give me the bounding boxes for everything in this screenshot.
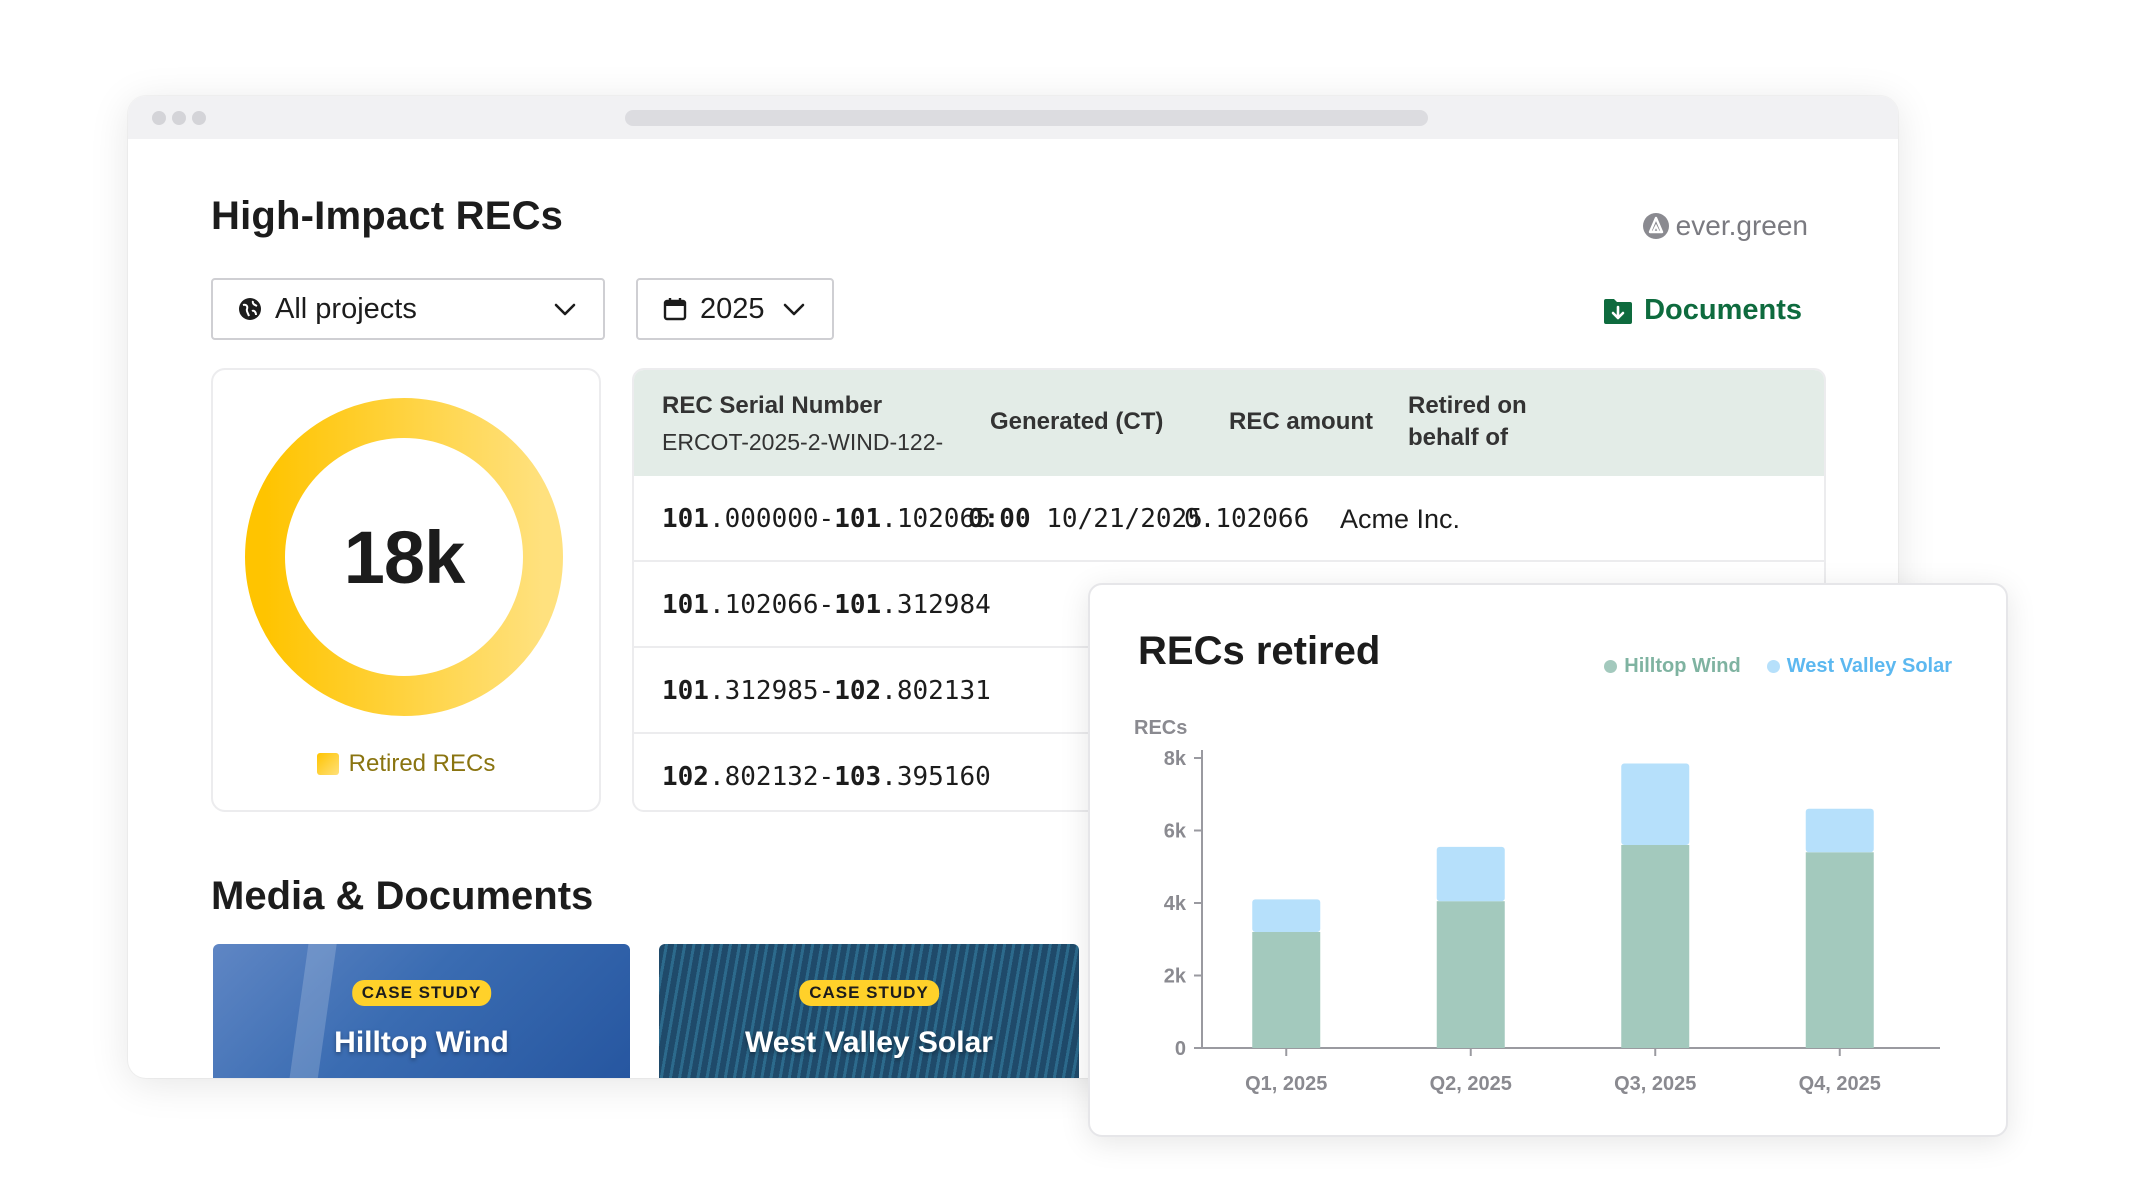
evergreen-logo-icon xyxy=(1642,213,1669,239)
serial-start-minor: .802132- xyxy=(708,762,835,792)
donut-legend: Retired RECs xyxy=(213,750,599,778)
serial-start-minor: .102066- xyxy=(708,590,835,620)
serial-start-minor: .312985- xyxy=(708,676,835,706)
recs-retired-bar-chart: RECs 0 2k 4k 6k 8k Q1, 2025 Q2, 2025 Q3, 2025 Q4,… xyxy=(1134,717,1940,1095)
window-control-dot[interactable] xyxy=(152,111,166,125)
serial-range-cell: 101.000000- 101.102065 xyxy=(662,476,991,562)
serial-prefix: ERCOT-2025-2-WIND-122- xyxy=(662,429,944,455)
bar-west-valley-solar[interactable] xyxy=(1805,808,1874,853)
column-header-generated[interactable]: Generated (CT) xyxy=(990,406,1163,438)
globe-icon xyxy=(239,298,261,320)
column-header-amount[interactable]: REC amount xyxy=(1229,406,1373,438)
brand-logo: ever.green xyxy=(1642,210,1808,242)
case-study-card-hilltop-wind[interactable]: CASE STUDY Hilltop Wind xyxy=(213,944,630,1078)
table-header: REC Serial Number ERCOT-2025-2-WIND-122-… xyxy=(634,370,1824,476)
serial-header-label: REC Serial Number xyxy=(662,392,883,419)
brand-name: ever.green xyxy=(1675,210,1808,241)
y-tick-label: 8k xyxy=(1164,748,1187,770)
year-select[interactable]: 2025 xyxy=(636,278,834,340)
serial-range-cell: 101.312985- 102.802131 xyxy=(662,648,991,734)
bar-west-valley-solar[interactable] xyxy=(1436,846,1505,902)
x-tick-label: Q4, 2025 xyxy=(1799,1073,1881,1095)
generated-cell xyxy=(968,648,984,734)
bar-west-valley-solar[interactable] xyxy=(1252,899,1321,932)
address-bar[interactable] xyxy=(625,110,1428,126)
serial-end-major: 101 xyxy=(834,590,882,620)
generated-cell xyxy=(968,734,984,810)
y-axis-label: RECs xyxy=(1134,717,1187,739)
serial-end-major: 103 xyxy=(834,762,882,792)
serial-end-major: 101 xyxy=(834,504,882,534)
media-section-title: Media & Documents xyxy=(211,874,594,918)
case-study-badge: CASE STUDY xyxy=(799,980,939,1006)
x-tick-label: Q3, 2025 xyxy=(1614,1073,1696,1095)
calendar-icon xyxy=(663,298,687,321)
serial-range-cell: 101.102066- 101.312984 xyxy=(662,562,991,648)
column-header-retired[interactable]: Retired on behalf of xyxy=(1408,390,1558,454)
recs-retired-chart-card: RECs retired Hilltop Wind West Valley So… xyxy=(1088,583,2008,1137)
generated-time: 0:00 xyxy=(968,504,1031,534)
page-title: High-Impact RECs xyxy=(211,194,564,238)
generated-cell: 0:00 10/21/2025 xyxy=(968,476,1203,562)
amount-cell: 0.102066 xyxy=(1184,504,1310,534)
y-tick-label: 4k xyxy=(1164,893,1187,915)
legend-swatch xyxy=(316,753,339,775)
serial-start-major: 101 xyxy=(662,590,709,620)
year-select-value: 2025 xyxy=(700,292,765,325)
table-row[interactable]: 101.000000- 101.102065 0:00 10/21/2025 0.10… xyxy=(634,476,1824,562)
retired-recs-card: 18k Retired RECs xyxy=(211,368,601,812)
case-study-badge: CASE STUDY xyxy=(351,980,492,1006)
case-study-card-west-valley-solar[interactable]: CASE STUDY West Valley Solar xyxy=(659,944,1079,1078)
case-study-title: Hilltop Wind xyxy=(334,1026,509,1059)
project-select[interactable]: All projects xyxy=(211,278,605,340)
serial-end-major: 102 xyxy=(834,676,882,706)
folder-download-icon xyxy=(1604,298,1633,324)
bar-hilltop-wind[interactable] xyxy=(1621,845,1690,1048)
case-study-title: West Valley Solar xyxy=(745,1026,993,1059)
serial-start-major: 101 xyxy=(662,504,709,534)
y-tick-label: 2k xyxy=(1164,966,1187,988)
serial-range-cell: 102.802132- 103.395160 xyxy=(662,734,991,810)
retired-cell: Acme Inc. xyxy=(1340,503,1461,534)
generated-date: 10/21/2025 xyxy=(1046,504,1203,534)
browser-toolbar xyxy=(128,96,1898,139)
x-tick-label: Q1, 2025 xyxy=(1245,1073,1327,1095)
x-tick-label: Q2, 2025 xyxy=(1430,1073,1512,1095)
window-control-dot[interactable] xyxy=(172,111,186,125)
column-header-serial[interactable]: REC Serial Number ERCOT-2025-2-WIND-122- xyxy=(662,390,943,458)
window-control-dot[interactable] xyxy=(192,111,206,125)
chevron-down-icon xyxy=(783,303,805,316)
documents-label: Documents xyxy=(1644,294,1802,326)
retired-recs-value: 18k xyxy=(343,515,465,599)
serial-start-major: 102 xyxy=(662,762,709,792)
project-select-value: All projects xyxy=(275,292,417,325)
bar-west-valley-solar[interactable] xyxy=(1621,763,1690,845)
serial-start-major: 101 xyxy=(662,676,709,706)
y-tick-label: 6k xyxy=(1164,821,1187,843)
bar-hilltop-wind[interactable] xyxy=(1252,932,1321,1048)
generated-cell xyxy=(968,562,984,648)
bar-hilltop-wind[interactable] xyxy=(1436,901,1505,1048)
documents-button[interactable]: Documents xyxy=(1602,294,1802,327)
serial-start-minor: .000000- xyxy=(708,504,835,534)
y-tick-label: 0 xyxy=(1175,1038,1186,1060)
bar-hilltop-wind[interactable] xyxy=(1805,852,1874,1048)
donut-legend-label: Retired RECs xyxy=(348,750,496,777)
chevron-down-icon xyxy=(554,303,576,316)
